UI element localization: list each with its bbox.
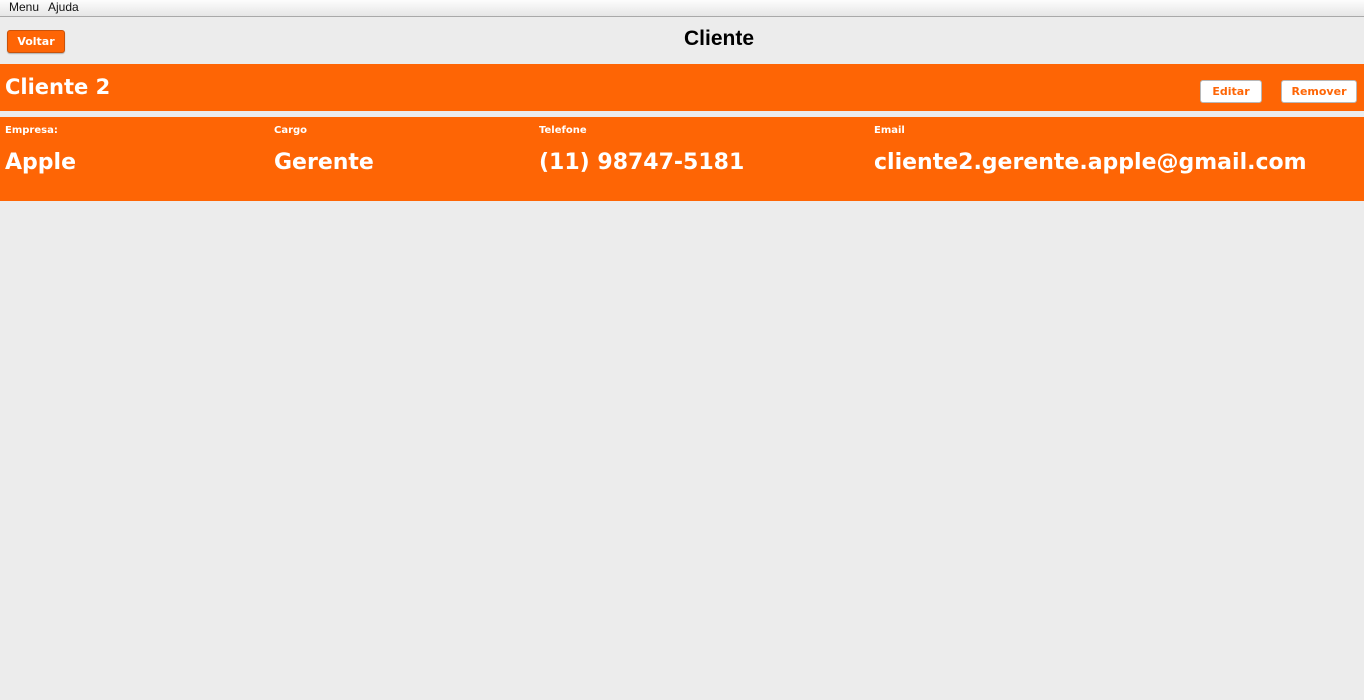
page-title: Cliente xyxy=(683,27,754,50)
menu-item-menu[interactable]: Menu xyxy=(9,1,39,14)
client-header-bar: Cliente 2 Editar Remover xyxy=(0,64,1364,111)
field-label: Telefone xyxy=(539,125,587,136)
field-label: Email xyxy=(874,125,905,136)
field-label: Empresa: xyxy=(5,125,58,136)
field-value: Gerente xyxy=(274,150,374,175)
field-value: Apple xyxy=(5,150,76,175)
edit-button[interactable]: Editar xyxy=(1200,80,1262,103)
field-label: Cargo xyxy=(274,125,308,136)
client-info-panel: Empresa: Apple Cargo Gerente Telefone (1… xyxy=(0,117,1364,201)
menubar: Menu Ajuda xyxy=(0,0,1364,17)
field-value: (11) 98747-5181 xyxy=(539,150,745,175)
remove-button[interactable]: Remover xyxy=(1281,80,1357,103)
field-value: cliente2.gerente.apple@gmail.com xyxy=(874,150,1307,175)
client-name: Cliente 2 xyxy=(5,75,111,99)
menu-item-ajuda[interactable]: Ajuda xyxy=(48,1,79,14)
